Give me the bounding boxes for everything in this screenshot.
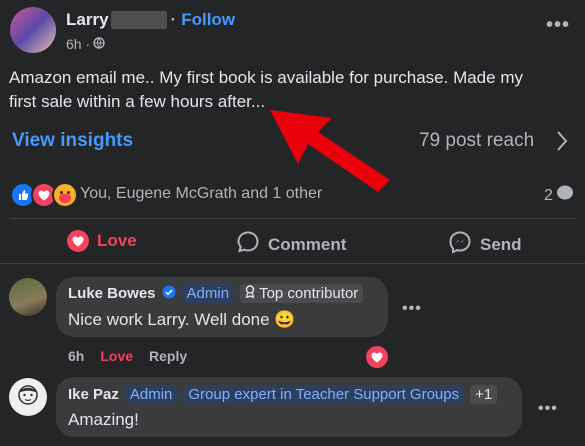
divider-bottom	[0, 263, 585, 264]
award-icon	[245, 285, 255, 302]
chevron-right-icon[interactable]	[555, 129, 569, 158]
post-options-icon[interactable]: •••	[546, 14, 570, 37]
care-reaction-icon	[52, 182, 78, 208]
messenger-icon	[448, 230, 472, 259]
group-expert-badge[interactable]: Group expert in Teacher Support Groups	[183, 385, 465, 404]
more-badges-count[interactable]: +1	[470, 385, 498, 404]
comment-bubble-icon	[556, 185, 574, 206]
commenter-avatar[interactable]	[9, 378, 47, 416]
post-reach: 79 post reach	[419, 130, 535, 151]
top-contributor-label: Top contributor	[259, 285, 359, 302]
comment-header: Luke Bowes Admin Top contributor	[68, 284, 364, 303]
reply-link[interactable]: Reply	[149, 348, 187, 364]
admin-badge[interactable]: Admin	[124, 385, 178, 404]
post-author-line: Larry · Follow	[66, 10, 235, 30]
love-icon	[67, 230, 89, 252]
follow-link[interactable]: Follow	[181, 10, 235, 30]
comment-count-value: 2	[544, 186, 553, 204]
send-button[interactable]: Send	[448, 230, 522, 259]
globe-icon	[93, 36, 105, 52]
verified-icon	[162, 285, 176, 303]
comment-count[interactable]: 2	[544, 185, 574, 206]
name-separator: ·	[170, 10, 177, 29]
post-meta: 6h ·	[66, 36, 105, 52]
divider-top	[10, 218, 575, 219]
love-button[interactable]: Love	[67, 230, 137, 252]
commenter-name[interactable]: Luke Bowes	[68, 285, 156, 302]
send-button-label: Send	[480, 234, 522, 254]
view-insights-link[interactable]: View insights	[12, 130, 133, 152]
comment-button-label: Comment	[268, 234, 347, 254]
admin-badge[interactable]: Admin	[181, 284, 235, 303]
comment-text: Nice work Larry. Well done 😀	[68, 310, 296, 329]
comment-text: Amazing!	[68, 410, 139, 429]
commenter-name[interactable]: Ike Paz	[68, 386, 119, 403]
comment-options-icon[interactable]: •••	[538, 400, 558, 418]
comment-icon	[236, 230, 260, 259]
comment-time[interactable]: 6h	[68, 348, 84, 364]
comment-button[interactable]: Comment	[236, 230, 346, 259]
author-avatar[interactable]	[10, 7, 56, 53]
comment-love-reaction-icon[interactable]	[364, 344, 390, 370]
post-time[interactable]: 6h ·	[66, 36, 90, 52]
reaction-icons[interactable]	[10, 182, 78, 208]
comment-love-link[interactable]: Love	[100, 348, 133, 364]
top-contributor-badge[interactable]: Top contributor	[240, 284, 364, 303]
commenter-avatar[interactable]	[9, 278, 47, 316]
comment-header: Ike Paz Admin Group expert in Teacher Su…	[68, 385, 498, 404]
comment-actions: 6h Love Reply	[68, 348, 187, 364]
love-button-label: Love	[97, 231, 137, 250]
reactions-summary[interactable]: You, Eugene McGrath and 1 other	[80, 185, 322, 203]
redacted-surname	[110, 11, 167, 29]
author-name[interactable]: Larry	[66, 10, 109, 30]
comment-options-icon[interactable]: •••	[402, 300, 422, 318]
